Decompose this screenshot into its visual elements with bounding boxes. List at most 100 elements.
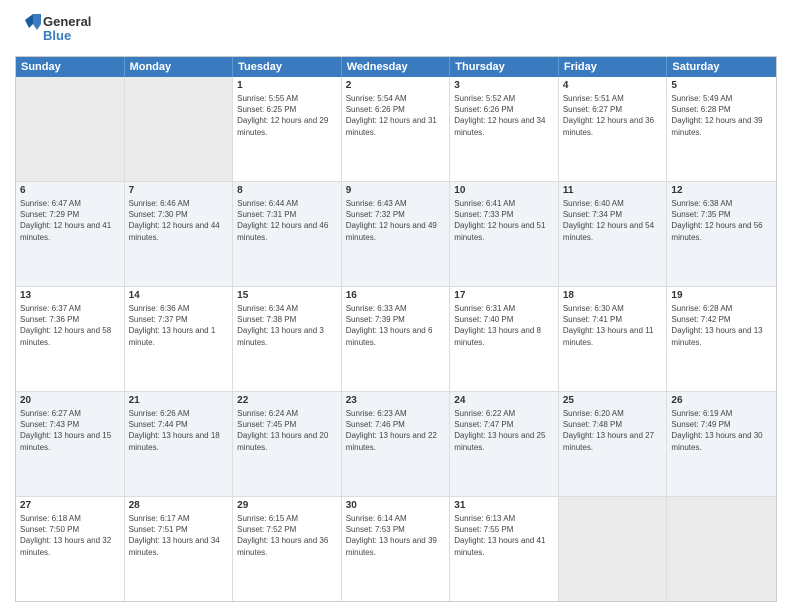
day-cell-20: 20 Sunrise: 6:27 AMSunset: 7:43 PMDayligh… (16, 392, 125, 496)
day-number-15: 15 (237, 290, 337, 301)
day-number-11: 11 (563, 185, 663, 196)
day-cell-17: 17Sunrise: 6:31 AMSunset: 7:40 PMDayligh… (450, 287, 559, 391)
day-number-12: 12 (671, 185, 772, 196)
day-cell-4: 4 Sunrise: 5:51 AMSunset: 6:27 PMDaylight… (559, 77, 668, 181)
day-info-10: Sunrise: 6:41 AMSunset: 7:33 PMDaylight:… (454, 198, 554, 243)
day-info-13: Sunrise: 6:37 AMSunset: 7:36 PMDaylight:… (20, 303, 120, 348)
day-info-12: Sunrise: 6:38 AMSunset: 7:35 PMDaylight:… (671, 198, 772, 243)
header-day-thursday: Thursday (450, 57, 559, 77)
day-cell-14: 14 Sunrise: 6:36 AMSunset: 7:37 PMDayligh… (125, 287, 234, 391)
day-number-27: 27 (20, 500, 120, 511)
day-info-18: Sunrise: 6:30 AMSunset: 7:41 PMDaylight:… (563, 303, 663, 348)
empty-cell (667, 497, 776, 601)
day-info-22: Sunrise: 6:24 AMSunset: 7:45 PMDaylight:… (237, 408, 337, 453)
day-number-31: 31 (454, 500, 554, 511)
day-number-16: 16 (346, 290, 446, 301)
day-cell-3: 3 Sunrise: 5:52 AMSunset: 6:26 PMDaylight… (450, 77, 559, 181)
header-day-monday: Monday (125, 57, 234, 77)
calendar: SundayMondayTuesdayWednesdayThursdayFrid… (15, 56, 777, 602)
day-cell-11: 11Sunrise: 6:40 AMSunset: 7:34 PMDayligh… (559, 182, 668, 286)
day-number-21: 21 (129, 395, 229, 406)
day-number-20: 20 (20, 395, 120, 406)
day-info-7: Sunrise: 6:46 AMSunset: 7:30 PMDaylight:… (129, 198, 229, 243)
header: General Blue (15, 10, 777, 48)
day-number-9: 9 (346, 185, 446, 196)
day-info-3: Sunrise: 5:52 AMSunset: 6:26 PMDaylight:… (454, 93, 554, 138)
day-cell-12: 12 Sunrise: 6:38 AMSunset: 7:35 PMDayligh… (667, 182, 776, 286)
day-info-25: Sunrise: 6:20 AMSunset: 7:48 PMDaylight:… (563, 408, 663, 453)
day-cell-15: 15Sunrise: 6:34 AMSunset: 7:38 PMDayligh… (233, 287, 342, 391)
day-info-17: Sunrise: 6:31 AMSunset: 7:40 PMDaylight:… (454, 303, 554, 348)
day-number-30: 30 (346, 500, 446, 511)
day-cell-6: 6 Sunrise: 6:47 AMSunset: 7:29 PMDaylight… (16, 182, 125, 286)
day-cell-26: 26 Sunrise: 6:19 AMSunset: 7:49 PMDayligh… (667, 392, 776, 496)
day-info-1: Sunrise: 5:55 AMSunset: 6:25 PMDaylight:… (237, 93, 337, 138)
day-cell-29: 29Sunrise: 6:15 AMSunset: 7:52 PMDayligh… (233, 497, 342, 601)
empty-cell (559, 497, 668, 601)
day-info-6: Sunrise: 6:47 AMSunset: 7:29 PMDaylight:… (20, 198, 120, 243)
logo-svg: General Blue (15, 10, 105, 48)
day-cell-1: 1 Sunrise: 5:55 AMSunset: 6:25 PMDaylight… (233, 77, 342, 181)
day-info-14: Sunrise: 6:36 AMSunset: 7:37 PMDaylight:… (129, 303, 229, 348)
day-cell-5: 5 Sunrise: 5:49 AMSunset: 6:28 PMDaylight… (667, 77, 776, 181)
day-number-10: 10 (454, 185, 554, 196)
day-cell-21: 21 Sunrise: 6:26 AMSunset: 7:44 PMDayligh… (125, 392, 234, 496)
week-row-5: 27 Sunrise: 6:18 AMSunset: 7:50 PMDayligh… (16, 496, 776, 601)
day-info-2: Sunrise: 5:54 AMSunset: 6:26 PMDaylight:… (346, 93, 446, 138)
svg-text:General: General (43, 14, 91, 29)
day-info-28: Sunrise: 6:17 AMSunset: 7:51 PMDaylight:… (129, 513, 229, 558)
day-number-3: 3 (454, 80, 554, 91)
day-number-14: 14 (129, 290, 229, 301)
day-info-21: Sunrise: 6:26 AMSunset: 7:44 PMDaylight:… (129, 408, 229, 453)
day-cell-23: 23Sunrise: 6:23 AMSunset: 7:46 PMDayligh… (342, 392, 451, 496)
day-info-9: Sunrise: 6:43 AMSunset: 7:32 PMDaylight:… (346, 198, 446, 243)
day-cell-8: 8 Sunrise: 6:44 AMSunset: 7:31 PMDaylight… (233, 182, 342, 286)
day-cell-27: 27 Sunrise: 6:18 AMSunset: 7:50 PMDayligh… (16, 497, 125, 601)
day-number-7: 7 (129, 185, 229, 196)
header-day-saturday: Saturday (667, 57, 776, 77)
calendar-body: 1 Sunrise: 5:55 AMSunset: 6:25 PMDaylight… (16, 77, 776, 601)
day-number-13: 13 (20, 290, 120, 301)
day-number-23: 23 (346, 395, 446, 406)
day-cell-28: 28Sunrise: 6:17 AMSunset: 7:51 PMDayligh… (125, 497, 234, 601)
day-info-5: Sunrise: 5:49 AMSunset: 6:28 PMDaylight:… (671, 93, 772, 138)
day-info-26: Sunrise: 6:19 AMSunset: 7:49 PMDaylight:… (671, 408, 772, 453)
day-info-19: Sunrise: 6:28 AMSunset: 7:42 PMDaylight:… (671, 303, 772, 348)
header-day-tuesday: Tuesday (233, 57, 342, 77)
day-info-8: Sunrise: 6:44 AMSunset: 7:31 PMDaylight:… (237, 198, 337, 243)
day-info-24: Sunrise: 6:22 AMSunset: 7:47 PMDaylight:… (454, 408, 554, 453)
day-number-29: 29 (237, 500, 337, 511)
day-cell-30: 30 Sunrise: 6:14 AMSunset: 7:53 PMDayligh… (342, 497, 451, 601)
day-cell-18: 18Sunrise: 6:30 AMSunset: 7:41 PMDayligh… (559, 287, 668, 391)
day-number-5: 5 (671, 80, 772, 91)
day-number-4: 4 (563, 80, 663, 91)
week-row-2: 6 Sunrise: 6:47 AMSunset: 7:29 PMDaylight… (16, 181, 776, 286)
day-info-27: Sunrise: 6:18 AMSunset: 7:50 PMDaylight:… (20, 513, 120, 558)
day-info-4: Sunrise: 5:51 AMSunset: 6:27 PMDaylight:… (563, 93, 663, 138)
calendar-header: SundayMondayTuesdayWednesdayThursdayFrid… (16, 57, 776, 77)
week-row-4: 20 Sunrise: 6:27 AMSunset: 7:43 PMDayligh… (16, 391, 776, 496)
empty-cell (16, 77, 125, 181)
week-row-1: 1 Sunrise: 5:55 AMSunset: 6:25 PMDaylight… (16, 77, 776, 181)
day-info-20: Sunrise: 6:27 AMSunset: 7:43 PMDaylight:… (20, 408, 120, 453)
header-day-wednesday: Wednesday (342, 57, 451, 77)
day-number-1: 1 (237, 80, 337, 91)
day-number-8: 8 (237, 185, 337, 196)
day-number-25: 25 (563, 395, 663, 406)
day-info-30: Sunrise: 6:14 AMSunset: 7:53 PMDaylight:… (346, 513, 446, 558)
empty-cell (125, 77, 234, 181)
day-info-31: Sunrise: 6:13 AMSunset: 7:55 PMDaylight:… (454, 513, 554, 558)
day-number-6: 6 (20, 185, 120, 196)
header-day-friday: Friday (559, 57, 668, 77)
day-cell-25: 25 Sunrise: 6:20 AMSunset: 7:48 PMDayligh… (559, 392, 668, 496)
day-cell-7: 7 Sunrise: 6:46 AMSunset: 7:30 PMDaylight… (125, 182, 234, 286)
day-number-26: 26 (671, 395, 772, 406)
day-info-16: Sunrise: 6:33 AMSunset: 7:39 PMDaylight:… (346, 303, 446, 348)
week-row-3: 13 Sunrise: 6:37 AMSunset: 7:36 PMDayligh… (16, 286, 776, 391)
day-number-2: 2 (346, 80, 446, 91)
day-cell-24: 24Sunrise: 6:22 AMSunset: 7:47 PMDayligh… (450, 392, 559, 496)
header-day-sunday: Sunday (16, 57, 125, 77)
svg-text:Blue: Blue (43, 28, 71, 43)
day-cell-9: 9 Sunrise: 6:43 AMSunset: 7:32 PMDaylight… (342, 182, 451, 286)
day-number-19: 19 (671, 290, 772, 301)
